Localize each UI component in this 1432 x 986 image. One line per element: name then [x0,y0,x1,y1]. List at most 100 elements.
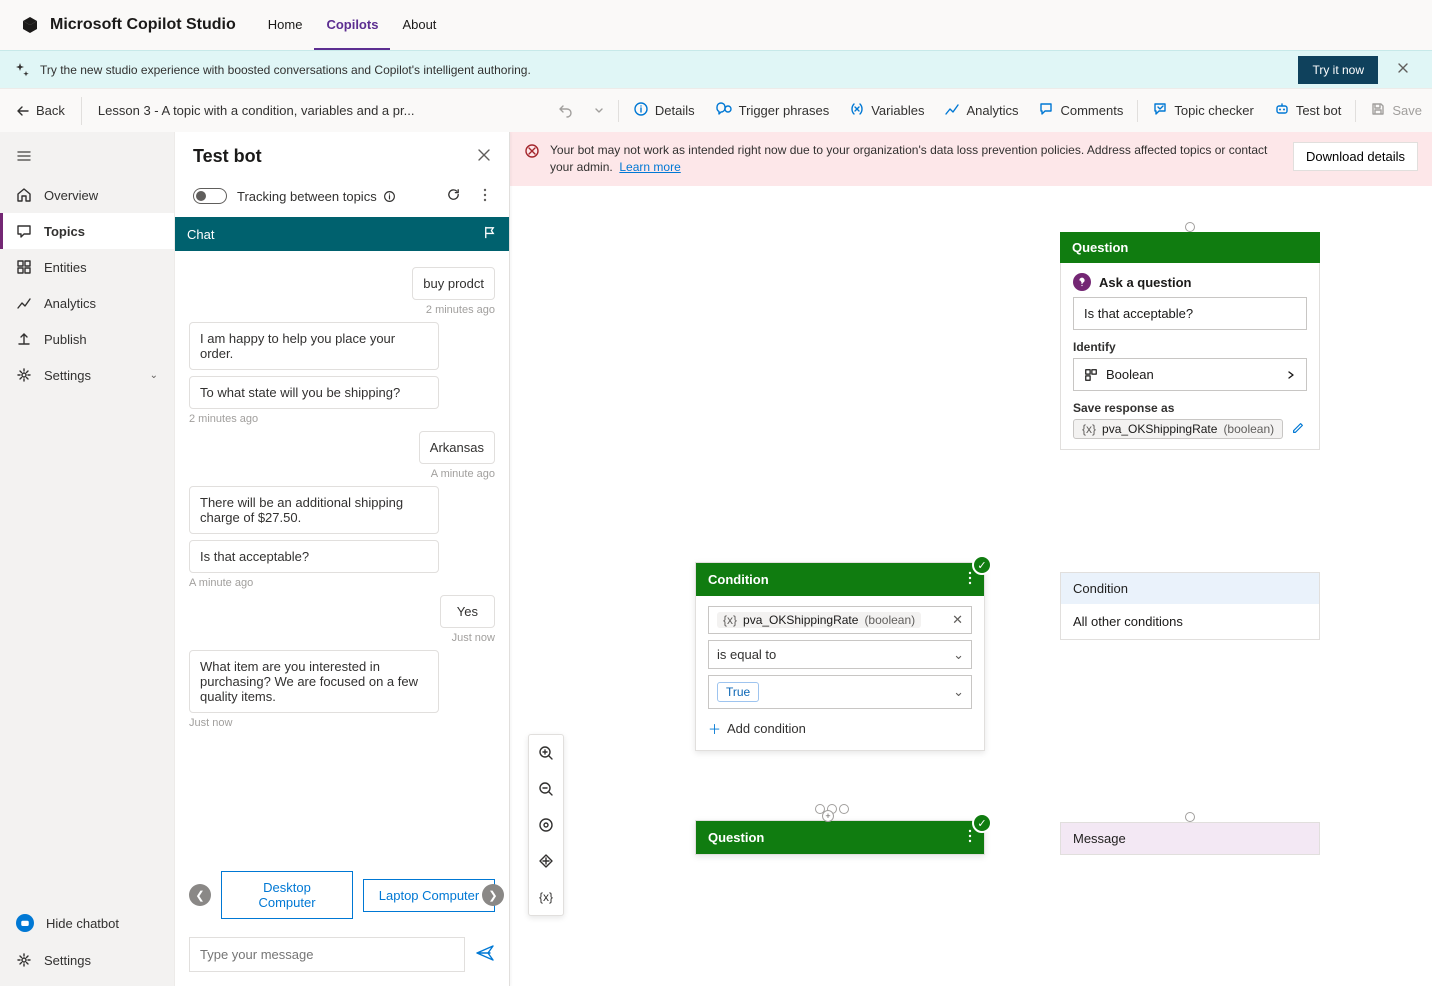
breadcrumb: Lesson 3 - A topic with a condition, var… [81,97,431,125]
info-icon [383,190,396,203]
dlp-warning-banner: Your bot may not work as intended right … [510,132,1432,186]
suggestion-chip[interactable]: Laptop Computer❯ [363,879,495,912]
banner-close-button[interactable] [1388,62,1418,77]
variables-button[interactable]: Variables [839,89,934,132]
zoom-controls: {x} [528,734,564,916]
error-icon [524,143,540,162]
comments-button[interactable]: Comments [1028,89,1133,132]
message-node[interactable]: Message [1060,822,1320,855]
reload-button[interactable] [446,187,461,205]
identify-select[interactable]: Boolean [1073,358,1307,391]
minimap-button[interactable] [529,843,563,879]
edit-variable-button[interactable] [1291,421,1305,438]
nav-collapse-button[interactable] [0,138,174,177]
add-node-button[interactable]: + [822,810,834,822]
try-now-button[interactable]: Try it now [1298,56,1378,84]
question-node-2[interactable]: ✓ Question [695,820,985,855]
check-badge-icon: ✓ [972,813,992,833]
timestamp: 2 minutes ago [189,413,495,425]
check-badge-icon: ✓ [972,555,992,575]
test-bot-panel: Test bot Tracking between topics Chat bu… [175,132,510,986]
flag-button[interactable] [482,225,497,243]
question-node[interactable]: Question Ask a question Is that acceptab… [1060,232,1320,450]
clear-button[interactable]: ✕ [952,612,963,628]
bot-message[interactable]: There will be an additional shipping cha… [189,486,439,534]
authoring-canvas[interactable]: Your bot may not work as intended right … [510,132,1432,986]
nav-topics[interactable]: Topics [0,213,174,249]
back-button[interactable]: Back [0,103,81,118]
scroll-left-button[interactable]: ❮ [189,884,211,906]
user-message[interactable]: Arkansas [419,431,495,464]
app-header: Microsoft Copilot Studio Home Copilots A… [0,0,1432,50]
variables-panel-button[interactable]: {x} [529,879,563,915]
all-other-conditions-label: All other conditions [1061,604,1319,639]
nav-entities[interactable]: Entities [0,249,174,285]
identify-label: Identify [1073,340,1307,354]
node-menu-button[interactable] [968,571,972,588]
condition-node[interactable]: ✓ Condition {x} pva_OKShippingRate (bool… [695,562,985,751]
operator-select[interactable]: is equal to⌄ [708,640,972,669]
nav-about[interactable]: About [390,0,448,50]
timestamp: Just now [189,717,495,729]
nav-overview[interactable]: Overview [0,177,174,213]
app-logo-icon [20,15,40,35]
topic-checker-button[interactable]: Topic checker [1142,89,1263,132]
node-title: Message [1061,823,1319,854]
close-test-bot-button[interactable] [477,148,491,165]
node-menu-button[interactable] [968,829,972,846]
condition-other-node[interactable]: Condition All other conditions [1060,572,1320,640]
node-title: Condition [1061,573,1319,604]
redo-dropdown[interactable] [584,89,614,132]
left-nav: Overview Topics Entities Analytics Publi… [0,132,175,986]
chat-messages: buy prodct 2 minutes ago I am happy to h… [175,251,509,861]
more-menu-button[interactable] [479,188,491,205]
add-condition-button[interactable]: ＋Add condition [708,709,972,740]
question-icon [1073,273,1091,291]
save-button[interactable]: Save [1360,89,1432,132]
variable-pill[interactable]: {x} pva_OKShippingRate (boolean) [1073,419,1283,439]
variable-select[interactable]: {x} pva_OKShippingRate (boolean) ✕ [708,606,972,634]
sparkle-icon [14,62,30,78]
user-message[interactable]: buy prodct [412,267,495,300]
timestamp: Just now [452,632,495,644]
fit-button[interactable] [529,807,563,843]
chat-header: Chat [175,217,509,251]
test-bot-button[interactable]: Test bot [1264,89,1352,132]
save-as-label: Save response as [1073,401,1307,415]
user-message[interactable]: Yes [440,595,495,628]
download-details-button[interactable]: Download details [1293,142,1418,171]
learn-more-link[interactable]: Learn more [619,160,680,174]
details-button[interactable]: Details [623,89,705,132]
chevron-right-icon [1286,370,1296,380]
node-title: Condition [708,572,769,587]
value-select[interactable]: True⌄ [708,675,972,709]
app-title: Microsoft Copilot Studio [50,16,236,34]
footer-settings[interactable]: Settings [0,942,174,978]
nav-analytics[interactable]: Analytics [0,285,174,321]
bot-message[interactable]: Is that acceptable? [189,540,439,573]
bot-message[interactable]: To what state will you be shipping? [189,376,439,409]
scroll-right-button[interactable]: ❯ [482,884,504,906]
nav-settings[interactable]: Settings⌄ [0,357,174,393]
nav-publish[interactable]: Publish [0,321,174,357]
tracking-toggle[interactable] [193,188,227,204]
tracking-label: Tracking between topics [237,189,377,204]
bot-message[interactable]: I am happy to help you place your order. [189,322,439,370]
promo-banner: Try the new studio experience with boost… [0,50,1432,88]
suggestion-chip[interactable]: Desktop Computer [221,871,353,919]
question-text-input[interactable]: Is that acceptable? [1073,297,1307,330]
bot-message[interactable]: What item are you interested in purchasi… [189,650,439,713]
timestamp: A minute ago [431,468,495,480]
ask-question-label: Ask a question [1099,275,1191,290]
zoom-in-button[interactable] [529,735,563,771]
hide-chatbot-button[interactable]: Hide chatbot [0,904,174,942]
undo-button[interactable] [548,89,584,132]
node-title: Question [1072,240,1128,255]
message-input[interactable] [189,937,465,972]
zoom-out-button[interactable] [529,771,563,807]
analytics-button[interactable]: Analytics [934,89,1028,132]
send-button[interactable] [475,943,495,966]
trigger-phrases-button[interactable]: Trigger phrases [705,89,840,132]
nav-copilots[interactable]: Copilots [314,0,390,50]
nav-home[interactable]: Home [256,0,315,50]
